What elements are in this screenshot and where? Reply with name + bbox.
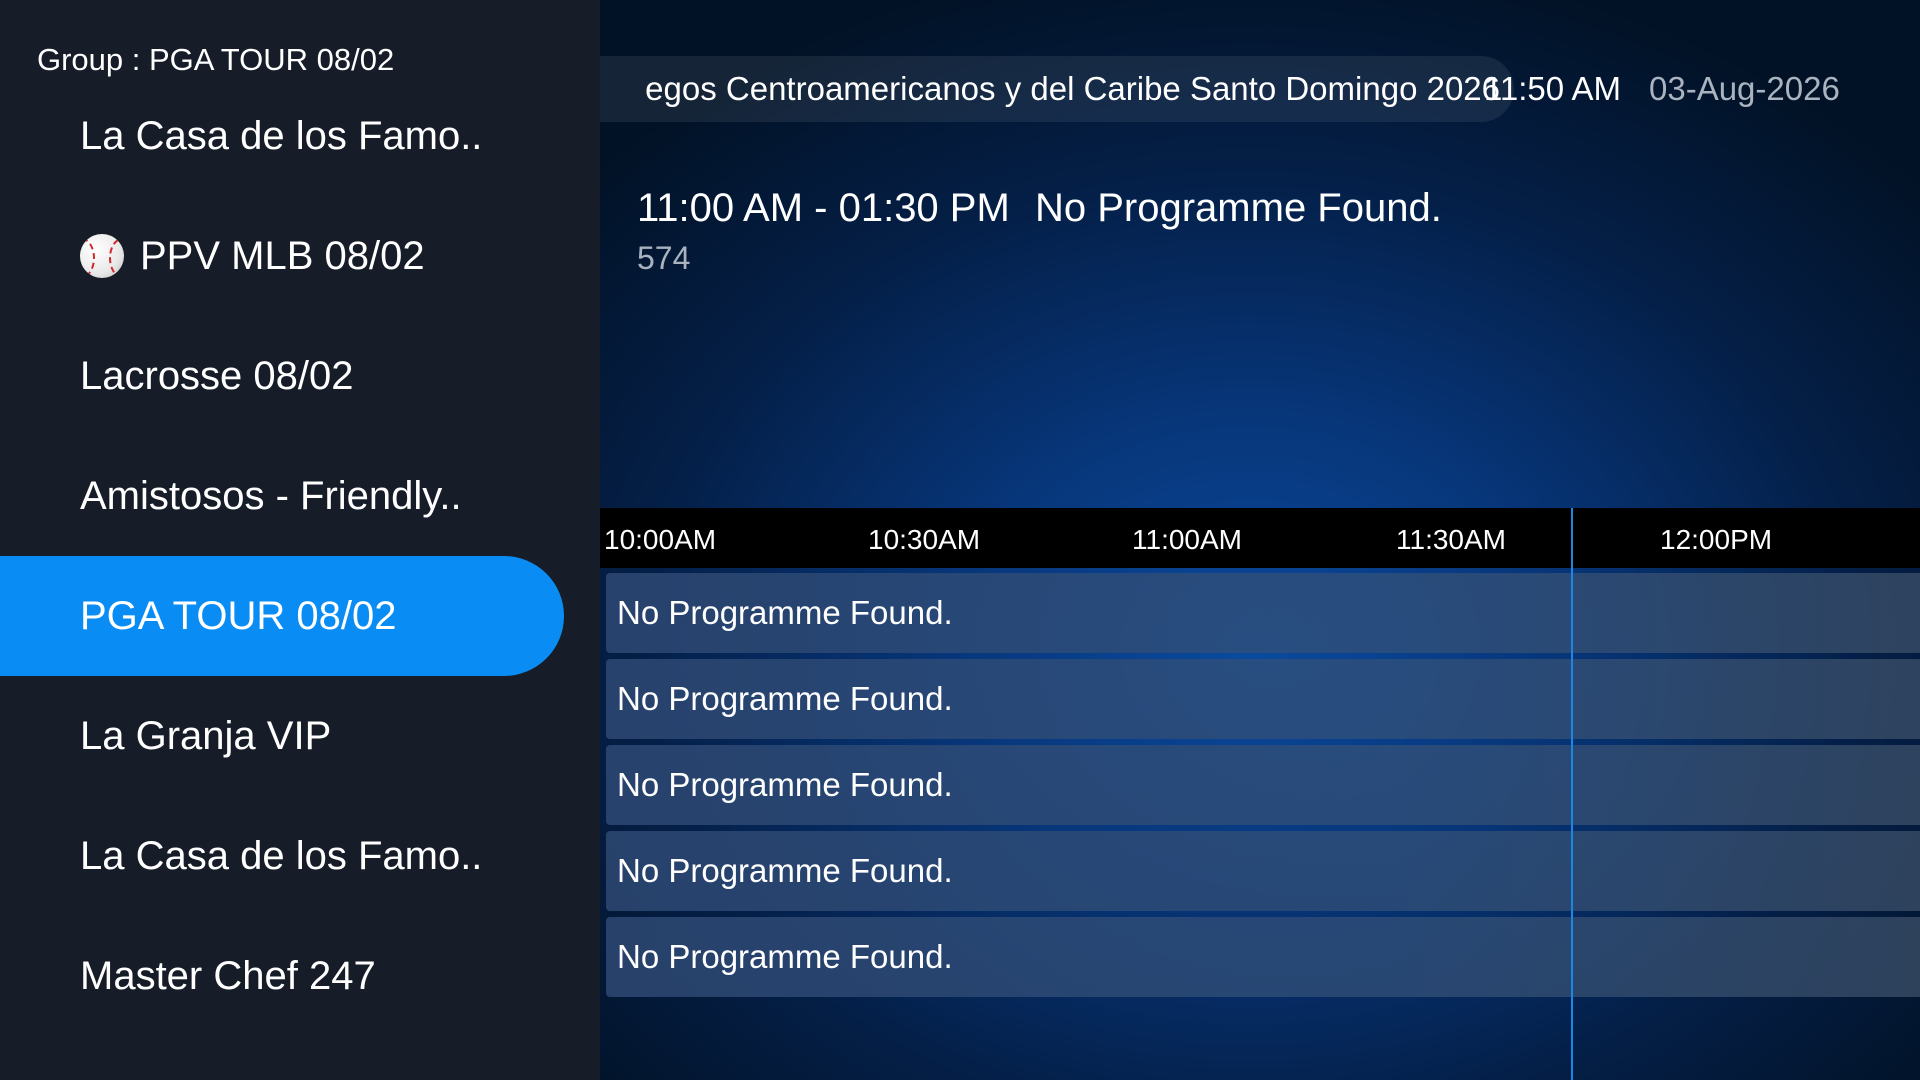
clock: 11:50 AM — [1484, 70, 1621, 107]
time-slot-label: 12:00PM — [1660, 524, 1773, 555]
group-sidebar: Group : PGA TOUR 08/02 La Casa de los Fa… — [0, 0, 600, 1080]
baseball-icon — [80, 234, 124, 278]
time-slot-label: 11:30AM — [1396, 524, 1506, 555]
group-title: Group : PGA TOUR 08/02 — [37, 42, 395, 77]
programme-cell[interactable]: No Programme Found. — [606, 917, 1920, 997]
ticker-text: egos Centroamericanos y del Caribe Santo… — [645, 70, 1500, 107]
programme-time-range: 11:00 AM - 01:30 PM — [637, 186, 1010, 230]
group-item[interactable]: La Casa de los Famo.. — [0, 76, 564, 196]
group-item-selected[interactable]: PGA TOUR 08/02 — [0, 556, 564, 676]
date: 03-Aug-2026 — [1649, 70, 1840, 107]
programme-cell-title: No Programme Found. — [617, 680, 953, 717]
epg-grid: No Programme Found. No Programme Found. … — [606, 573, 1920, 1003]
group-item[interactable]: La Granja VIP — [0, 676, 564, 796]
epg-timeline: 10:00AM 10:30AM 11:00AM 11:30AM 12:00PM — [600, 508, 1920, 568]
group-item-label: Lacrosse 08/02 — [80, 353, 354, 398]
time-slot-label: 10:00AM — [604, 524, 717, 555]
programme-title: No Programme Found. — [1035, 186, 1442, 230]
group-item-label: La Granja VIP — [80, 713, 332, 758]
group-item-label: Amistosos - Friendly.. — [80, 473, 462, 518]
channel-number: 574 — [637, 240, 691, 276]
programme-cell-title: No Programme Found. — [617, 938, 953, 975]
ticker-bar: egos Centroamericanos y del Caribe Santo… — [600, 56, 1514, 122]
group-item[interactable]: Amistosos - Friendly.. — [0, 436, 564, 556]
programme-cell-title: No Programme Found. — [617, 766, 953, 803]
current-time-indicator — [1571, 508, 1573, 1080]
group-item-label: PGA TOUR 08/02 — [80, 593, 397, 638]
programme-cell-title: No Programme Found. — [617, 594, 953, 631]
programme-cell[interactable]: No Programme Found. — [606, 659, 1920, 739]
group-list: La Casa de los Famo.. PPV MLB 08/02 Lacr… — [0, 76, 600, 1036]
programme-cell-title: No Programme Found. — [617, 852, 953, 889]
time-slot-label: 11:00AM — [1132, 524, 1242, 555]
group-item-label: La Casa de los Famo.. — [80, 113, 483, 158]
group-item[interactable]: Lacrosse 08/02 — [0, 316, 564, 436]
group-item[interactable]: Master Chef 247 — [0, 916, 564, 1036]
group-item-label: Master Chef 247 — [80, 953, 376, 998]
programme-cell[interactable]: No Programme Found. — [606, 573, 1920, 653]
programme-cell[interactable]: No Programme Found. — [606, 745, 1920, 825]
group-item-label: La Casa de los Famo.. — [80, 833, 483, 878]
group-item[interactable]: PPV MLB 08/02 — [0, 196, 564, 316]
group-item[interactable]: La Casa de los Famo.. — [0, 796, 564, 916]
group-item-label: PPV MLB 08/02 — [140, 233, 425, 278]
time-slot-label: 10:30AM — [868, 524, 981, 555]
programme-cell[interactable]: No Programme Found. — [606, 831, 1920, 911]
